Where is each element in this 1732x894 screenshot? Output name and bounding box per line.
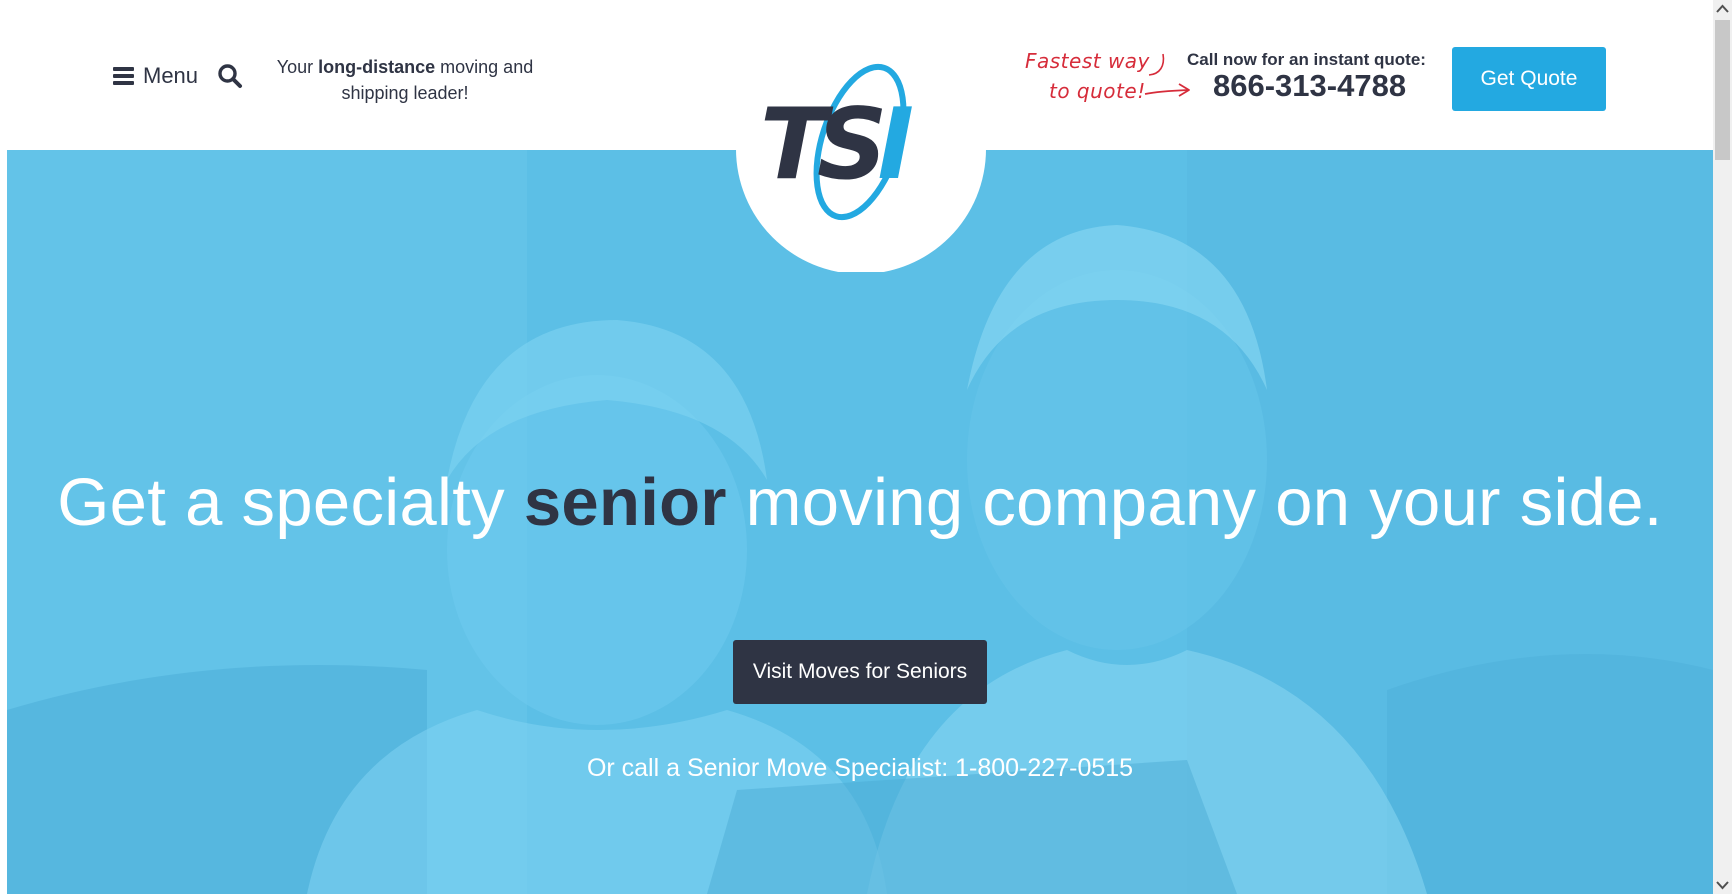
arrow-right-icon [1144,53,1190,97]
scroll-thumb[interactable] [1715,20,1730,160]
tagline: Your long-distance moving and shipping l… [268,54,542,106]
tagline-bold: long-distance [318,57,436,77]
page: Menu Your long-distance moving and shipp… [0,0,1732,894]
get-quote-button[interactable]: Get Quote [1452,47,1606,111]
fastest-way-note: Fastest way to quote! [1025,44,1195,114]
scroll-down-button[interactable] [1713,875,1732,894]
headline-accent: senior [523,464,727,540]
chevron-down-icon [1716,881,1729,890]
search-button[interactable] [217,63,243,89]
chevron-up-icon [1716,4,1729,13]
headline-trail: moving company on your side. [726,464,1663,540]
tsi-logo-image: TSI [736,24,986,274]
menu-button[interactable]: Menu [113,63,198,89]
visit-moves-for-seniors-button[interactable]: Visit Moves for Seniors [733,640,987,704]
tsi-logo[interactable]: TSI [732,22,990,274]
call-label: Call now for an instant quote: [1187,50,1426,69]
scroll-up-button[interactable] [1713,0,1732,19]
search-icon [218,64,242,88]
senior-specialist-call-text[interactable]: Or call a Senior Move Specialist: 1-800-… [7,754,1713,783]
hamburger-icon [113,67,134,85]
menu-label: Menu [143,63,199,88]
tagline-prefix: Your [276,57,319,77]
vertical-scrollbar[interactable] [1713,0,1732,894]
phone-number[interactable]: 866-313-4788 [1213,68,1406,104]
hero-headline: Get a specialty senior moving company on… [7,457,1713,548]
logo-text: TSI [760,88,912,202]
headline-lead: Get a specialty [57,464,524,540]
